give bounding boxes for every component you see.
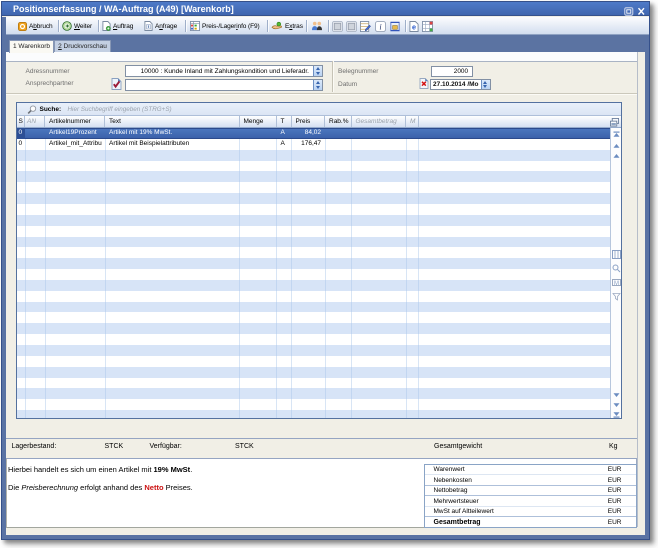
svg-text:e: e — [412, 22, 416, 31]
svg-text:M: M — [614, 281, 619, 287]
